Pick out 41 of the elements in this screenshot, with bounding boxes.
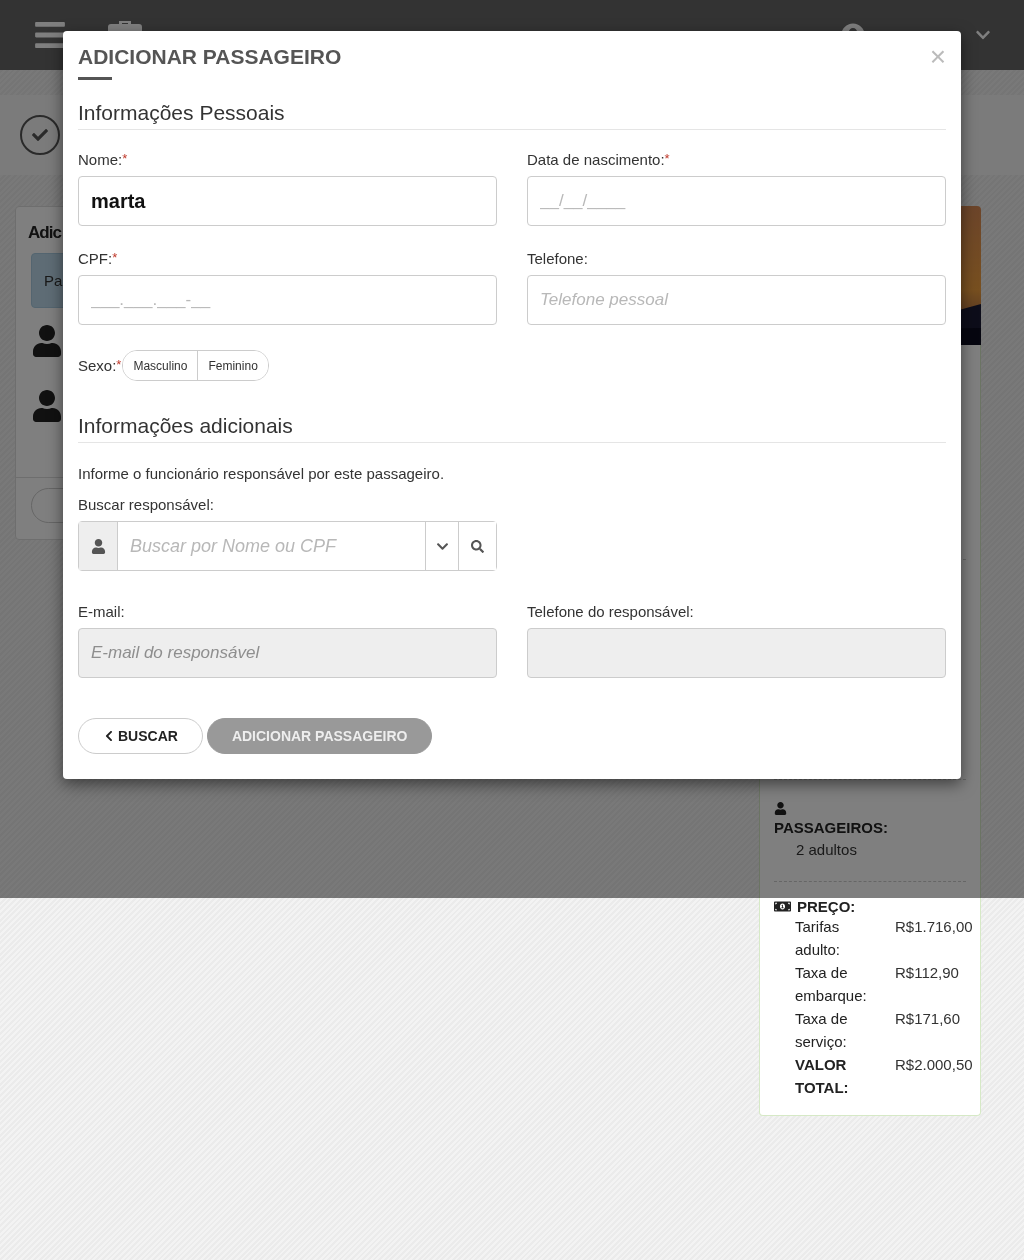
price-row-value: R$171,60: [895, 1009, 962, 1029]
price-row-label: VALOR TOTAL:: [795, 1055, 850, 1098]
price-row-label: Taxa de embarque:: [795, 963, 868, 1006]
modal-title: ADICIONAR PASSAGEIRO: [78, 45, 342, 77]
field-label: CPF:*: [78, 250, 119, 267]
search-icon: [471, 539, 484, 553]
price-row-value: R$2.000,50: [895, 1055, 973, 1075]
search-input-group[interactable]: Buscar por Nome ou CPF: [78, 521, 497, 571]
check-circle-icon: [20, 115, 60, 155]
input-field[interactable]: marta: [78, 176, 497, 226]
field-label: Telefone:: [527, 250, 589, 267]
info-label: Pa: [44, 272, 63, 289]
search-button[interactable]: [458, 522, 496, 570]
person-icon: [90, 538, 106, 554]
passengers-label: PASSAGEIROS:: [774, 819, 889, 836]
price-label: PREÇO:: [797, 898, 856, 915]
person-icon: [31, 324, 63, 357]
input-field[interactable]: Telefone pessoal: [527, 275, 946, 325]
note-text: Informe o funcionário responsável por este passageiro.: [78, 465, 446, 482]
toggle-option[interactable]: Feminino: [197, 351, 268, 380]
price-row-label: Tarifas adulto:: [795, 917, 842, 960]
input-field[interactable]: ___.___.___-__: [78, 275, 497, 325]
field-label: Sexo:*: [78, 357, 122, 374]
section-heading: Informações Pessoais: [78, 101, 946, 130]
field-label: Nome:*: [78, 151, 129, 168]
money-icon: [774, 898, 791, 915]
chevron-left-icon: [103, 730, 115, 742]
field-label: Buscar responsável:: [78, 496, 215, 513]
field-label: Telefone do responsável:: [527, 603, 695, 620]
field-label: E-mail:: [78, 603, 126, 620]
price-row-label: Taxa de serviço:: [795, 1009, 849, 1052]
person-icon: [774, 802, 787, 815]
price-row-value: R$1.716,00: [895, 917, 973, 937]
input-field[interactable]: __/__/____: [527, 176, 946, 226]
section-heading: Informações adicionais: [78, 414, 946, 443]
field-label: Data de nascimento:*: [527, 151, 671, 168]
passengers-value: 2 adultos: [795, 840, 858, 860]
back-button[interactable]: BUSCAR: [78, 718, 203, 754]
price-row-value: R$112,90: [895, 963, 960, 983]
card-title: Adic: [28, 223, 61, 243]
person-icon: [31, 389, 63, 422]
